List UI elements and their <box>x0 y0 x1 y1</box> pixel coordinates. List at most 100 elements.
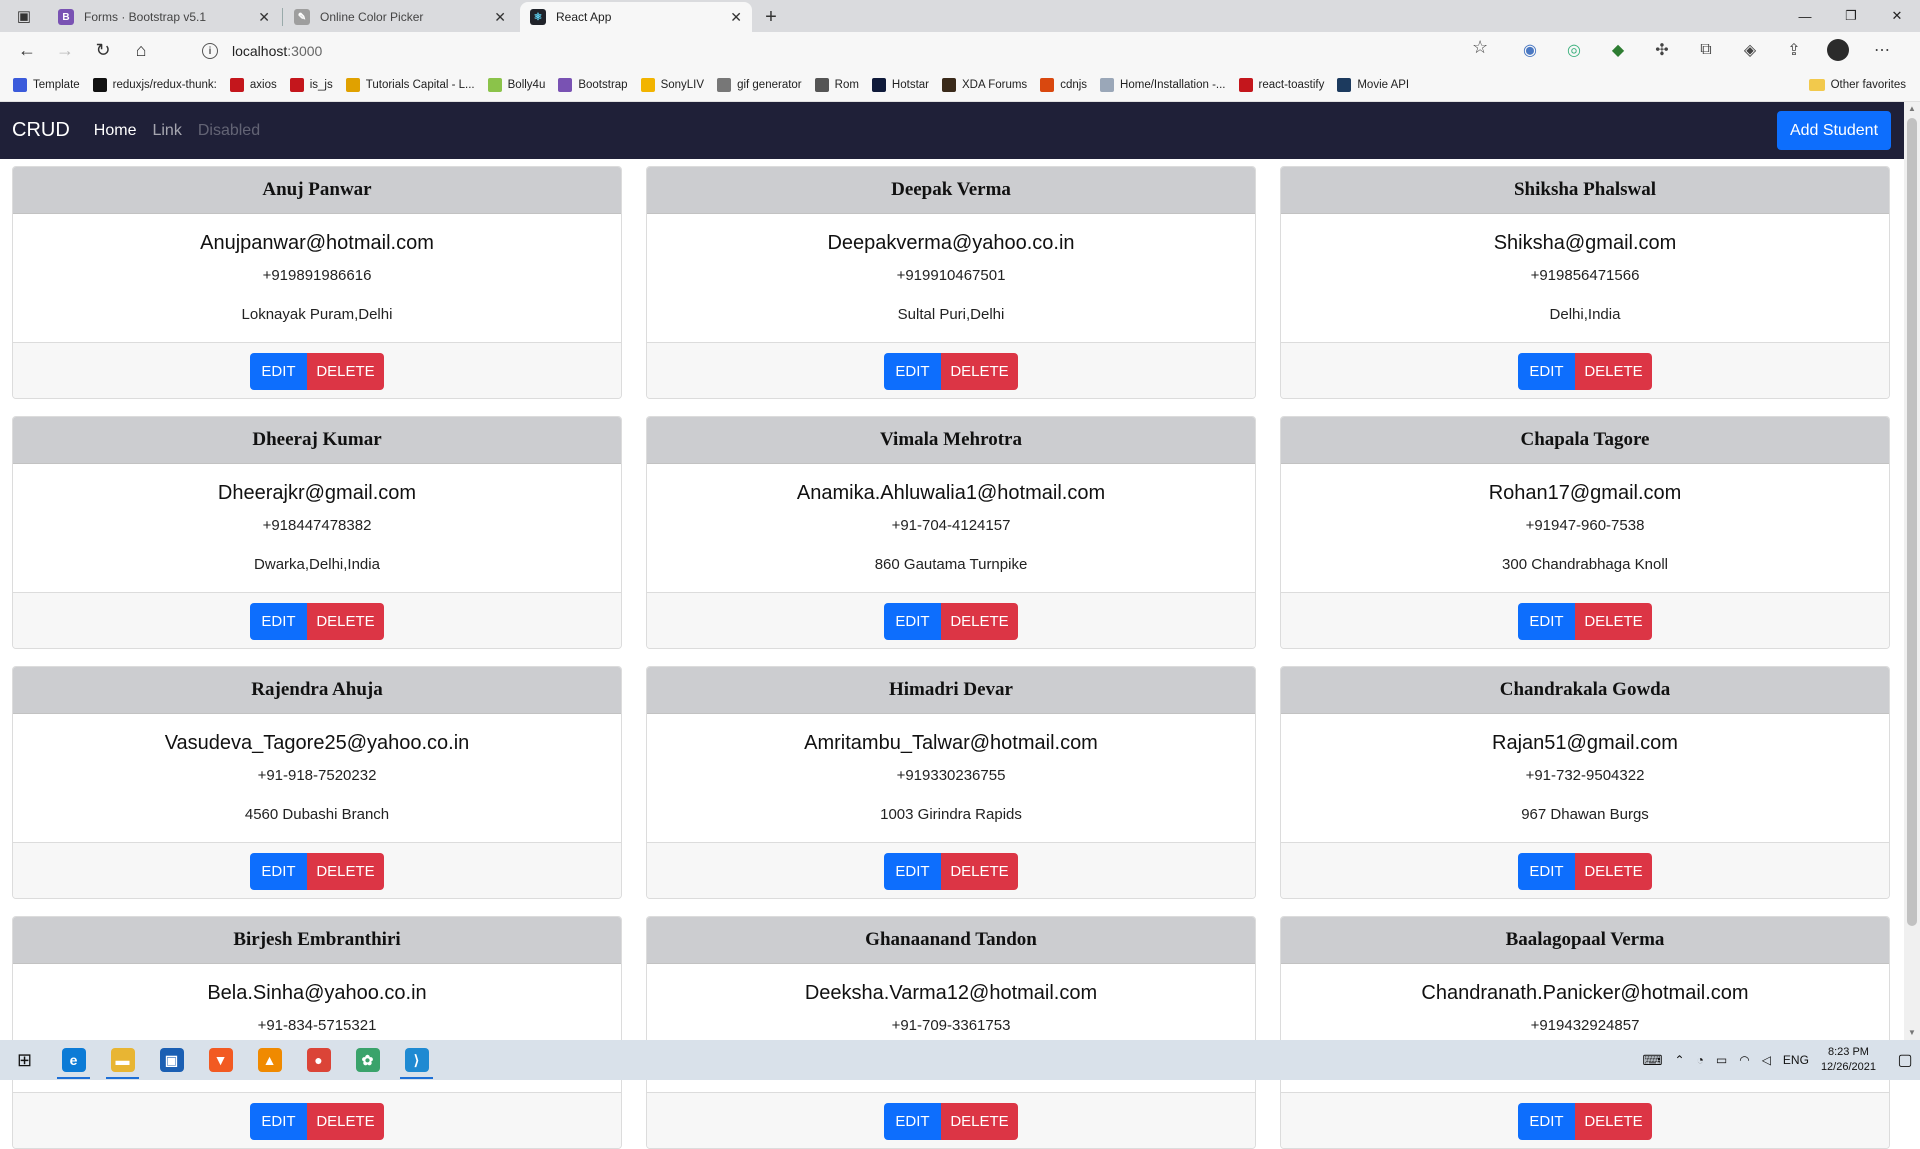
language-indicator[interactable]: ENG <box>1783 1053 1809 1067</box>
bookmark-item[interactable]: reduxjs/redux-thunk: <box>92 78 217 92</box>
close-window-icon[interactable]: ✕ <box>1874 0 1920 32</box>
bookmark-item[interactable]: Movie API <box>1337 78 1409 92</box>
volume-icon[interactable]: ◁ <box>1762 1053 1771 1067</box>
bookmark-item[interactable]: is_js <box>289 78 333 92</box>
student-phone: +919330236755 <box>896 767 1006 784</box>
close-icon[interactable]: ✕ <box>730 9 742 26</box>
close-icon[interactable]: ✕ <box>258 9 270 26</box>
delete-button[interactable]: DELETE <box>307 1102 384 1140</box>
extension-icon[interactable]: ◎ <box>1552 35 1596 65</box>
battery-icon[interactable]: ▭ <box>1716 1053 1727 1067</box>
edit-button[interactable]: EDIT <box>1518 1102 1575 1140</box>
back-icon[interactable]: ← <box>8 35 46 67</box>
edit-button[interactable]: EDIT <box>884 1102 941 1140</box>
taskbar-app[interactable]: ▬ <box>98 1040 147 1080</box>
extension-icon[interactable]: ◆ <box>1596 35 1640 65</box>
taskbar-app[interactable]: ▲ <box>245 1040 294 1080</box>
bookmark-item[interactable]: gif generator <box>717 78 802 92</box>
clock[interactable]: 8:23 PM 12/26/2021 <box>1821 1045 1876 1075</box>
delete-button[interactable]: DELETE <box>307 352 384 390</box>
start-button[interactable]: ⊞ <box>0 1040 49 1080</box>
minimize-icon[interactable]: — <box>1782 0 1828 32</box>
bookmark-label: SonyLIV <box>660 79 705 91</box>
browser-tab-active[interactable]: ⚛ React App ✕ <box>520 2 752 32</box>
notification-icon[interactable]: ▢ <box>1890 1040 1920 1080</box>
delete-button[interactable]: DELETE <box>941 1102 1018 1140</box>
address-bar[interactable]: i localhost:3000 <box>190 36 1480 66</box>
student-card: Birjesh Embranthiri Bela.Sinha@yahoo.co.… <box>12 916 622 1149</box>
bookmark-item[interactable]: XDA Forums <box>942 78 1027 92</box>
scrollbar-thumb[interactable] <box>1907 118 1917 926</box>
edit-button[interactable]: EDIT <box>1518 852 1575 890</box>
extension-icon[interactable]: ◉ <box>1508 35 1552 65</box>
network-icon[interactable]: ◔ <box>1697 1053 1704 1067</box>
student-name: Ghanaanand Tandon <box>647 917 1255 964</box>
edit-button[interactable]: EDIT <box>250 1102 307 1140</box>
site-info-icon[interactable]: i <box>202 43 218 59</box>
delete-button[interactable]: DELETE <box>1575 352 1652 390</box>
show-hidden-icons-icon[interactable]: ⌃ <box>1675 1053 1685 1067</box>
delete-button[interactable]: DELETE <box>941 352 1018 390</box>
bookmark-item[interactable]: SonyLIV <box>640 78 705 92</box>
refresh-icon[interactable]: ↻ <box>84 35 122 67</box>
edit-button[interactable]: EDIT <box>250 352 307 390</box>
bookmark-item[interactable]: axios <box>229 78 277 92</box>
nav-link-link[interactable]: Link <box>152 122 181 140</box>
scroll-up-arrow-icon[interactable]: ▲ <box>1907 104 1917 114</box>
forward-icon[interactable]: → <box>46 35 84 67</box>
restore-icon[interactable]: ❐ <box>1828 0 1874 32</box>
delete-button[interactable]: DELETE <box>1575 1102 1652 1140</box>
delete-button[interactable]: DELETE <box>307 852 384 890</box>
bookmark-item[interactable]: Hotstar <box>871 78 929 92</box>
edit-button[interactable]: EDIT <box>884 852 941 890</box>
bookmark-item[interactable]: react-toastify <box>1238 78 1324 92</box>
bookmark-item[interactable]: cdnjs <box>1040 78 1087 92</box>
navbar-brand[interactable]: CRUD <box>12 119 70 142</box>
new-tab-button[interactable]: + <box>756 2 786 32</box>
nav-link-home[interactable]: Home <box>94 122 137 140</box>
student-name: Anuj Panwar <box>13 167 621 214</box>
more-menu-icon[interactable]: ⋯ <box>1860 35 1904 65</box>
wifi-icon[interactable]: ◠ <box>1739 1053 1749 1067</box>
extensions-puzzle-icon[interactable]: ✣ <box>1640 35 1684 65</box>
delete-button[interactable]: DELETE <box>941 852 1018 890</box>
add-student-button[interactable]: Add Student <box>1777 111 1891 150</box>
scroll-down-arrow-icon[interactable]: ▼ <box>1907 1028 1917 1038</box>
bookmark-item[interactable]: Rom <box>814 78 859 92</box>
favorite-star-icon[interactable]: ☆ <box>1472 37 1488 58</box>
taskbar-app[interactable]: ✿ <box>343 1040 392 1080</box>
other-favorites[interactable]: Other favorites <box>1808 79 1906 91</box>
bookmark-item[interactable]: Home/Installation -... <box>1100 78 1226 92</box>
taskbar-app[interactable]: ▼ <box>196 1040 245 1080</box>
bookmark-item[interactable]: Bootstrap <box>558 78 628 92</box>
edit-button[interactable]: EDIT <box>1518 352 1575 390</box>
delete-button[interactable]: DELETE <box>1575 602 1652 640</box>
performance-icon[interactable]: ◈ <box>1728 35 1772 65</box>
edit-button[interactable]: EDIT <box>1518 602 1575 640</box>
delete-button[interactable]: DELETE <box>307 602 384 640</box>
delete-button[interactable]: DELETE <box>941 602 1018 640</box>
taskbar-app[interactable]: e <box>49 1040 98 1080</box>
collections-icon[interactable]: ⧉ <box>1684 35 1728 65</box>
window-controls: — ❐ ✕ <box>1782 0 1920 32</box>
edit-button[interactable]: EDIT <box>250 602 307 640</box>
edit-button[interactable]: EDIT <box>884 352 941 390</box>
bookmark-item[interactable]: Tutorials Capital - L... <box>345 78 475 92</box>
tab-actions-icon[interactable]: ▣ <box>0 0 48 32</box>
close-icon[interactable]: ✕ <box>494 9 506 26</box>
share-icon[interactable]: ⇪ <box>1772 35 1816 65</box>
edit-button[interactable]: EDIT <box>250 852 307 890</box>
delete-button[interactable]: DELETE <box>1575 852 1652 890</box>
taskbar-app[interactable]: ▣ <box>147 1040 196 1080</box>
bookmark-label: Movie API <box>1357 79 1410 91</box>
edit-button[interactable]: EDIT <box>884 602 941 640</box>
browser-tab[interactable]: ✎ Online Color Picker ✕ <box>284 2 516 32</box>
browser-tab[interactable]: B Forms · Bootstrap v5.1 ✕ <box>48 2 283 32</box>
profile-avatar[interactable] <box>1827 39 1849 61</box>
keyboard-icon[interactable]: ⌨ <box>1642 1052 1662 1069</box>
taskbar-app[interactable]: ⟩ <box>392 1040 441 1080</box>
taskbar-app[interactable]: ● <box>294 1040 343 1080</box>
bookmark-item[interactable]: Template <box>13 78 80 92</box>
bookmark-item[interactable]: Bolly4u <box>487 78 545 92</box>
home-icon[interactable]: ⌂ <box>122 35 160 67</box>
